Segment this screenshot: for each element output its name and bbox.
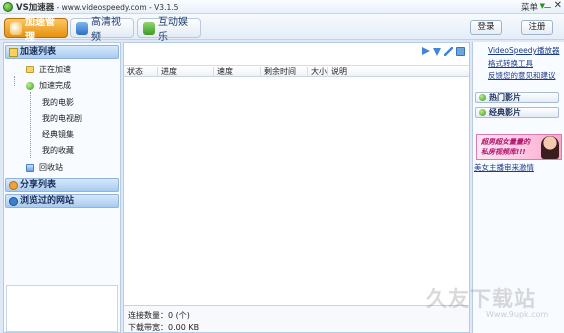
connection-count: 连接数量：0 (个) — [128, 311, 190, 320]
globe-icon — [9, 197, 18, 206]
hot-movies-button[interactable]: 热门影片 — [475, 92, 559, 103]
play-icon[interactable] — [422, 47, 430, 55]
login-button[interactable]: 登录 — [470, 20, 502, 35]
tree-line — [14, 76, 15, 86]
arrow-icon — [479, 94, 486, 101]
download-bandwidth: 下载带宽：0.00 KB — [128, 323, 200, 332]
recycle-bin-icon — [26, 164, 34, 172]
col-note[interactable]: 说明 — [327, 67, 347, 77]
hot-movies-label: 热门影片 — [489, 93, 521, 102]
banner-link[interactable]: 美女主播审来激情 — [474, 162, 534, 173]
sidebar-item-accelerating[interactable]: 正在加速 — [39, 65, 71, 75]
tab-label: 高清视频 — [91, 17, 122, 43]
check-icon — [26, 82, 34, 90]
share-list-label: 分享列表 — [20, 180, 57, 190]
main-toolbar: 加速管理 高清视频 互动娱乐 登录 注册 — [0, 14, 564, 43]
video-icon — [76, 21, 89, 35]
col-status[interactable]: 状态 — [124, 67, 143, 77]
sidebar-item-classic[interactable]: 经典镜集 — [42, 130, 74, 140]
tab-interactive-fun[interactable]: 互动娱乐 — [137, 17, 201, 43]
col-speed[interactable]: 速度 — [213, 67, 233, 77]
visited-sites-label: 浏览过的网站 — [20, 196, 75, 206]
delete-icon[interactable] — [456, 47, 465, 56]
window-title: VS加速器 - www.videospeedy.com - V3.1.5 — [16, 3, 179, 13]
minimize-button[interactable]: － — [543, 1, 552, 14]
col-progress[interactable]: 进度 — [157, 67, 177, 77]
watermark: 久友下载站 — [426, 287, 536, 311]
list-icon — [9, 48, 18, 57]
sidebar-item-my-movies[interactable]: 我的电影 — [42, 98, 74, 108]
close-button[interactable]: ✕ — [554, 0, 562, 11]
col-size[interactable]: 大小 — [307, 67, 327, 77]
tab-label: 加速管理 — [25, 17, 56, 43]
arrow-icon — [479, 109, 486, 116]
col-time-left[interactable]: 剩余时间 — [260, 67, 296, 77]
rocket-icon — [10, 21, 23, 35]
watermark-url: Www.9upk.com — [486, 310, 549, 319]
accel-list-label: 加速列表 — [20, 47, 57, 57]
share-list-header[interactable]: 分享列表 — [5, 178, 119, 192]
sidebar-item-recycle[interactable]: 回收站 — [39, 163, 63, 173]
banner-photo — [541, 136, 559, 159]
column-header-row: 状态 进度 速度 剩余时间 大小 说明 — [124, 65, 469, 77]
menu-button[interactable]: 菜单 — [521, 1, 538, 13]
status-bar: 连接数量：0 (个) 下载带宽：0.00 KB — [124, 305, 469, 332]
sidebar-item-favorites[interactable]: 我的收藏 — [42, 146, 74, 156]
game-icon — [143, 21, 156, 35]
tree-line — [30, 92, 31, 158]
title-bar: VS加速器 - www.videospeedy.com - V3.1.5 菜单 … — [0, 0, 564, 14]
sidebar-item-accel-done[interactable]: 加速完成 — [39, 81, 71, 91]
app-logo-icon — [3, 2, 13, 12]
sidebar-item-my-tv[interactable]: 我的电视剧 — [42, 114, 82, 124]
sidebar-info-box — [6, 285, 118, 332]
link-format-convert[interactable]: 格式转换工具 — [488, 59, 533, 68]
tab-label: 互动娱乐 — [158, 17, 189, 43]
tab-accel-manage[interactable]: 加速管理 — [4, 17, 68, 43]
list-action-bar — [422, 47, 465, 56]
register-button[interactable]: 注册 — [521, 20, 553, 35]
share-icon — [9, 181, 18, 190]
edit-icon[interactable] — [444, 47, 453, 56]
classic-movies-label: 经典影片 — [489, 108, 521, 117]
tab-hd-video[interactable]: 高清视频 — [70, 17, 134, 43]
left-sidebar: 加速列表 正在加速 加速完成 我的电影 我的电视剧 经典镜集 我的收藏 回收站 … — [3, 42, 121, 333]
accel-list-header[interactable]: 加速列表 — [5, 45, 119, 59]
visited-sites-header[interactable]: 浏览过的网站 — [5, 194, 119, 208]
banner-text: 超男超女量量的 私房视频库!!! — [481, 138, 530, 156]
folder-icon — [26, 66, 34, 73]
download-list-panel: 状态 进度 速度 剩余时间 大小 说明 连接数量：0 (个) 下载带宽：0.00… — [123, 42, 470, 333]
download-icon[interactable] — [433, 48, 441, 56]
link-feedback[interactable]: 反馈您的意见和建议 — [488, 71, 556, 80]
link-player[interactable]: VideoSpeedy播放器 — [488, 46, 559, 55]
ad-banner[interactable]: 超男超女量量的 私房视频库!!! — [476, 134, 562, 160]
classic-movies-button[interactable]: 经典影片 — [475, 107, 559, 118]
